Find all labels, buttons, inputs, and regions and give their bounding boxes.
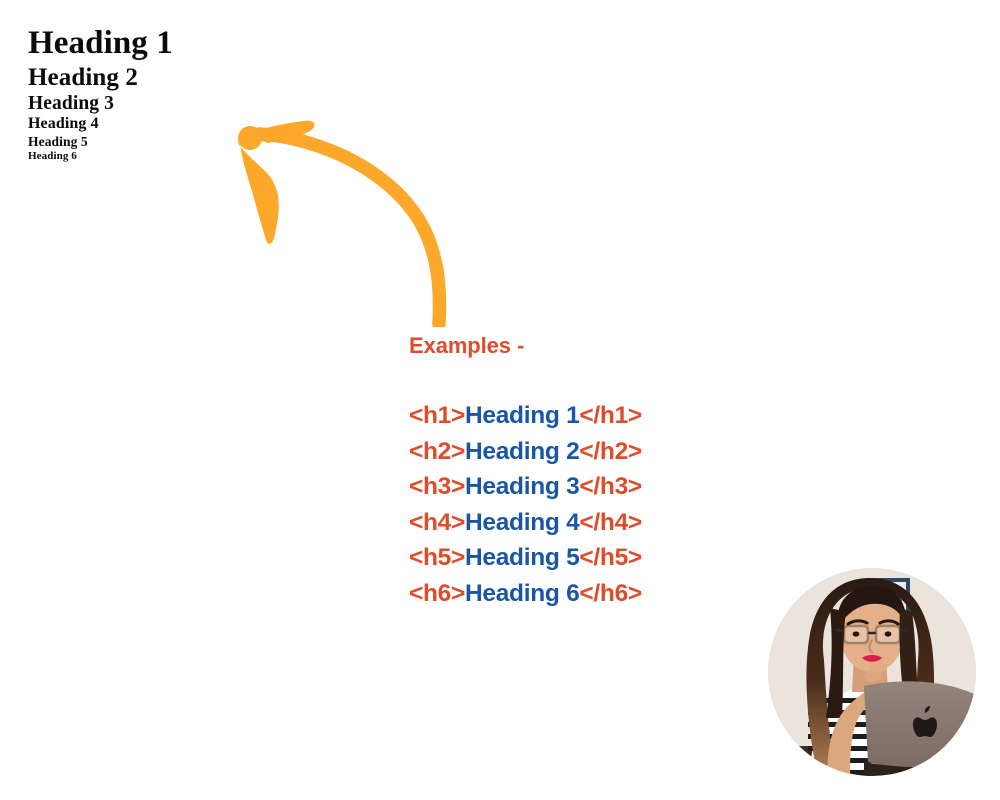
open-tag: <h1> bbox=[409, 402, 466, 430]
code-example-line: <h3>Heading 3</h3> bbox=[409, 469, 839, 505]
open-tag: <h5> bbox=[409, 544, 466, 572]
rendered-heading-3: Heading 3 bbox=[28, 93, 114, 115]
rendered-heading-2: Heading 2 bbox=[28, 63, 138, 91]
open-tag: <h2> bbox=[409, 437, 466, 465]
close-tag: </h3> bbox=[579, 473, 642, 501]
close-tag: </h2> bbox=[579, 437, 642, 465]
close-tag: </h6> bbox=[579, 579, 642, 607]
examples-title: Examples - bbox=[409, 333, 525, 358]
presenter-avatar bbox=[768, 568, 976, 776]
laptop bbox=[864, 681, 976, 776]
tag-content: Heading 1 bbox=[465, 402, 580, 430]
close-tag: </h5> bbox=[579, 544, 642, 572]
close-tag: </h4> bbox=[579, 508, 642, 536]
open-tag: <h6> bbox=[409, 579, 466, 607]
open-tag: <h4> bbox=[409, 508, 466, 536]
code-example-line: <h1>Heading 1</h1> bbox=[409, 398, 839, 434]
code-example-list: <h1>Heading 1</h1> <h2>Heading 2</h2> <h… bbox=[409, 398, 839, 611]
tag-content: Heading 6 bbox=[465, 579, 580, 607]
tag-content: Heading 2 bbox=[465, 437, 580, 465]
examples-block: Examples - <h1>Heading 1</h1> <h2>Headin… bbox=[409, 333, 839, 611]
slide-canvas: Heading 1 Heading 2 Heading 3 Heading 4 … bbox=[0, 0, 1000, 800]
tag-content: Heading 5 bbox=[465, 544, 580, 572]
tag-content: Heading 3 bbox=[465, 473, 580, 501]
rendered-heading-1: Heading 1 bbox=[28, 25, 173, 61]
close-tag: </h1> bbox=[579, 402, 642, 430]
rendered-headings-demo: Heading 1 Heading 2 Heading 3 Heading 4 … bbox=[28, 24, 358, 163]
code-example-line: <h2>Heading 2</h2> bbox=[409, 434, 839, 470]
code-example-line: <h5>Heading 5</h5> bbox=[409, 540, 839, 576]
code-example-line: <h4>Heading 4</h4> bbox=[409, 505, 839, 541]
rendered-heading-6: Heading 6 bbox=[28, 150, 77, 163]
code-example-line: <h6>Heading 6</h6> bbox=[409, 576, 839, 612]
tag-content: Heading 4 bbox=[465, 508, 580, 536]
presenter-photo-content bbox=[768, 568, 976, 776]
rendered-heading-4: Heading 4 bbox=[28, 115, 99, 133]
rendered-heading-5: Heading 5 bbox=[28, 134, 88, 150]
open-tag: <h3> bbox=[409, 473, 466, 501]
